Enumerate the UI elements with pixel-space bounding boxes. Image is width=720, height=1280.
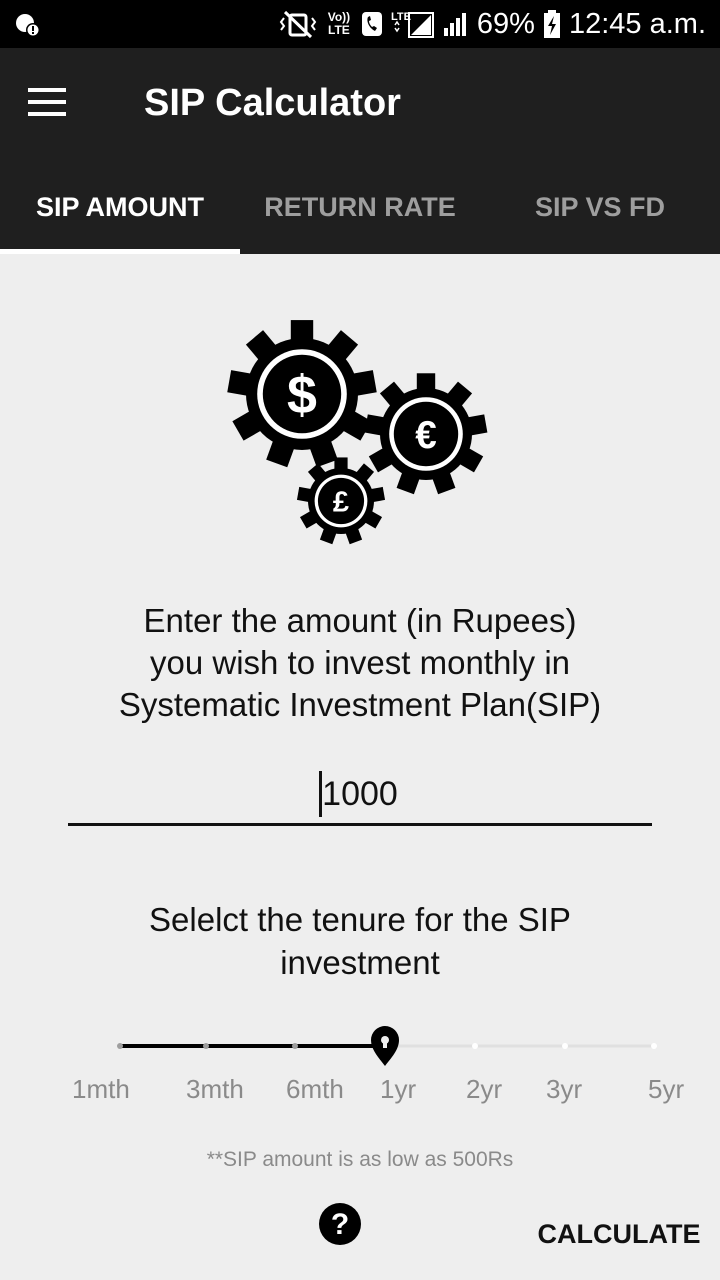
tenure-slider[interactable] — [100, 1020, 680, 1080]
battery-percent: 69% — [476, 7, 535, 40]
tenure-prompt: Selelct the tenure for the SIP investmen… — [0, 898, 720, 984]
battery-charging-icon — [543, 10, 560, 38]
tenure-label: 6mth — [286, 1074, 344, 1104]
prompt-line: Enter the amount (in Rupees) — [143, 602, 577, 639]
text-cursor — [319, 771, 322, 817]
minimum-amount-note: **SIP amount is as low as 500Rs — [206, 1148, 514, 1171]
tab-bar: SIP AMOUNT RETURN RATE SIP VS FD — [0, 160, 720, 254]
tenure-line: investment — [280, 944, 440, 981]
app-bar: SIP Calculator — [0, 48, 720, 160]
amount-prompt: Enter the amount (in Rupees) you wish to… — [0, 600, 720, 726]
slider-tick — [117, 1043, 123, 1049]
tenure-label: 2yr — [466, 1074, 503, 1104]
svg-text:$: $ — [287, 365, 317, 425]
tab-sip-amount[interactable]: SIP AMOUNT — [0, 160, 240, 254]
prompt-line: you wish to invest monthly in — [149, 644, 571, 681]
alert-icon — [16, 14, 40, 37]
currency-gears-icon: $ € £ — [227, 320, 488, 545]
slider-tick — [651, 1043, 657, 1049]
tenure-label: 1mth — [72, 1074, 130, 1104]
sip-amount-input[interactable] — [68, 765, 652, 826]
help-circle-icon[interactable]: ? — [318, 1202, 362, 1246]
tenure-label: 3mth — [186, 1074, 244, 1104]
prompt-line: Systematic Investment Plan(SIP) — [118, 686, 602, 723]
signal-bars-icon — [443, 13, 466, 36]
app-title: SIP Calculator — [144, 82, 401, 124]
tenure-line: Selelct the tenure for the SIP — [149, 901, 571, 938]
hamburger-menu-icon[interactable] — [28, 88, 68, 120]
status-bar: Vo)) LTE LTE 69% 12:45 a.m. — [0, 0, 720, 48]
svg-text:£: £ — [333, 487, 349, 519]
volte-indicator: Vo)) LTE — [327, 10, 351, 37]
lte-signal-icon: LTE — [391, 11, 434, 38]
slider-tick — [562, 1043, 568, 1049]
svg-text:LTE: LTE — [391, 11, 411, 23]
slider-tick — [472, 1043, 478, 1049]
tab-return-rate[interactable]: RETURN RATE — [240, 160, 480, 254]
calculate-button[interactable]: CALCULATE — [534, 1212, 704, 1256]
tenure-label: 5yr — [648, 1074, 685, 1104]
svg-text:?: ? — [331, 1208, 349, 1241]
tab-sip-vs-fd[interactable]: SIP VS FD — [480, 160, 720, 254]
phone-call-icon — [361, 12, 382, 36]
slider-tick — [203, 1043, 209, 1049]
clock: 12:45 a.m. — [568, 7, 706, 40]
tenure-label: 3yr — [546, 1074, 583, 1104]
slider-thumb-pin-icon[interactable] — [371, 1026, 399, 1066]
slider-tick — [292, 1043, 298, 1049]
vibrate-mute-icon — [279, 10, 317, 39]
svg-text:€: € — [415, 414, 436, 457]
tenure-label: 1yr — [380, 1074, 417, 1104]
